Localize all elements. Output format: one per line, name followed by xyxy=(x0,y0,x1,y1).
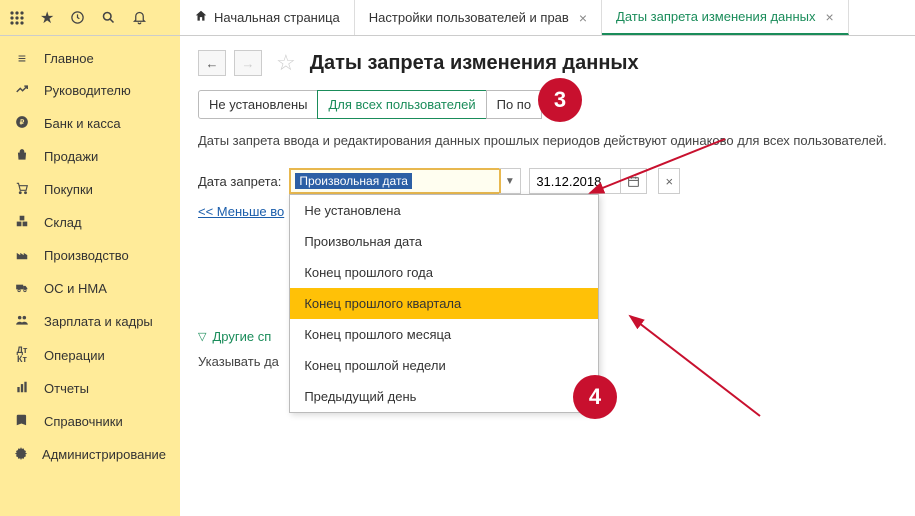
sidebar-item-salary[interactable]: Зарплата и кадры xyxy=(0,305,180,338)
other-ways-label: Другие сп xyxy=(212,329,271,344)
dropdown-arrow-icon[interactable]: ▼ xyxy=(499,168,521,194)
date-input[interactable]: 31.12.2018 xyxy=(529,168,621,194)
search-icon[interactable] xyxy=(101,10,116,25)
filter-by-users[interactable]: По по xyxy=(486,90,542,119)
annotation-4: 4 xyxy=(573,375,617,419)
chart-icon xyxy=(14,380,30,397)
forward-button[interactable]: → xyxy=(234,50,262,76)
sidebar-label: Зарплата и кадры xyxy=(44,314,153,329)
sidebar-item-directories[interactable]: Справочники xyxy=(0,405,180,438)
apps-icon[interactable] xyxy=(10,11,24,25)
tab-label: Начальная страница xyxy=(214,10,340,25)
filter-not-set[interactable]: Не установлены xyxy=(198,90,318,119)
dropdown-option[interactable]: Предыдущий день xyxy=(290,381,598,412)
less-options-link[interactable]: << Меньше во xyxy=(198,204,284,219)
dropdown-option[interactable]: Конец прошлого месяца xyxy=(290,319,598,350)
date-type-input[interactable]: Произвольная дата xyxy=(289,168,501,194)
sidebar-item-admin[interactable]: Администрирование xyxy=(0,438,180,471)
chevron-down-icon: ▽ xyxy=(198,330,206,343)
menu-icon: ≡ xyxy=(14,50,30,66)
sidebar-label: Покупки xyxy=(44,182,93,197)
trend-icon xyxy=(14,82,30,99)
sidebar-item-reports[interactable]: Отчеты xyxy=(0,372,180,405)
close-icon[interactable]: × xyxy=(826,9,834,25)
book-icon xyxy=(14,413,30,430)
truck-icon xyxy=(14,280,30,297)
filter-all-users[interactable]: Для всех пользователей xyxy=(317,90,486,119)
sidebar-label: Продажи xyxy=(44,149,98,164)
back-button[interactable]: ← xyxy=(198,50,226,76)
people-icon xyxy=(14,313,30,330)
star-icon[interactable]: ★ xyxy=(40,8,54,28)
boxes-icon xyxy=(14,214,30,231)
tab-settings[interactable]: Настройки пользователей и прав × xyxy=(355,0,602,35)
tab-home[interactable]: Начальная страница xyxy=(180,0,355,35)
sidebar-label: Банк и касса xyxy=(44,116,121,131)
sidebar: ≡ Главное Руководителю ₽ Банк и касса Прод… xyxy=(0,36,180,516)
dropdown-list: Не установлена Произвольная дата Конец п… xyxy=(289,194,599,413)
toolbar-icons: ★ xyxy=(0,0,180,35)
close-icon[interactable]: × xyxy=(579,10,587,26)
dtkt-icon: ДтКт xyxy=(14,346,30,364)
bell-icon[interactable] xyxy=(132,10,147,25)
sidebar-item-main[interactable]: ≡ Главное xyxy=(0,42,180,74)
sidebar-label: Склад xyxy=(44,215,82,230)
sidebar-item-assets[interactable]: ОС и НМА xyxy=(0,272,180,305)
sidebar-label: ОС и НМА xyxy=(44,281,107,296)
sidebar-label: Отчеты xyxy=(44,381,89,396)
dropdown-option[interactable]: Конец прошлого года xyxy=(290,257,598,288)
date-type-combo: Произвольная дата ▼ Не установлена Произ… xyxy=(289,168,521,194)
page-title: Даты запрета изменения данных xyxy=(310,52,639,75)
sidebar-item-operations[interactable]: ДтКт Операции xyxy=(0,338,180,372)
tab-dates[interactable]: Даты запрета изменения данных × xyxy=(602,0,849,35)
sidebar-item-bank[interactable]: ₽ Банк и касса xyxy=(0,107,180,140)
bag-icon xyxy=(14,148,30,165)
dropdown-option[interactable]: Конец прошлой недели xyxy=(290,350,598,381)
sidebar-item-production[interactable]: Производство xyxy=(0,239,180,272)
sidebar-label: Администрирование xyxy=(42,447,166,462)
annotation-3: 3 xyxy=(538,78,582,122)
tab-label: Даты запрета изменения данных xyxy=(616,9,815,24)
dropdown-option[interactable]: Не установлена xyxy=(290,195,598,226)
tab-label: Настройки пользователей и прав xyxy=(369,10,569,25)
tabs-bar: Начальная страница Настройки пользовател… xyxy=(180,0,915,35)
description-text: Даты запрета ввода и редактирования данн… xyxy=(198,133,897,148)
dropdown-option[interactable]: Произвольная дата xyxy=(290,226,598,257)
history-icon[interactable] xyxy=(70,10,85,25)
factory-icon xyxy=(14,247,30,264)
sidebar-item-warehouse[interactable]: Склад xyxy=(0,206,180,239)
sidebar-label: Руководителю xyxy=(44,83,131,98)
svg-text:₽: ₽ xyxy=(20,118,25,126)
sidebar-label: Справочники xyxy=(44,414,123,429)
sidebar-item-purchases[interactable]: Покупки xyxy=(0,173,180,206)
sidebar-item-manager[interactable]: Руководителю xyxy=(0,74,180,107)
home-icon xyxy=(194,9,208,26)
sidebar-label: Главное xyxy=(44,51,94,66)
dropdown-option-highlighted[interactable]: Конец прошлого квартала xyxy=(290,288,598,319)
sidebar-item-sales[interactable]: Продажи xyxy=(0,140,180,173)
calendar-icon[interactable] xyxy=(621,168,647,194)
sidebar-label: Операции xyxy=(44,348,105,363)
date-lock-label: Дата запрета: xyxy=(198,174,281,189)
combo-selected-text: Произвольная дата xyxy=(295,173,412,189)
gear-icon xyxy=(14,446,28,463)
ruble-icon: ₽ xyxy=(14,115,30,132)
cart-icon xyxy=(14,181,30,198)
favorite-icon[interactable]: ☆ xyxy=(276,50,296,76)
clear-date-button[interactable]: × xyxy=(658,168,680,194)
sidebar-label: Производство xyxy=(44,248,129,263)
